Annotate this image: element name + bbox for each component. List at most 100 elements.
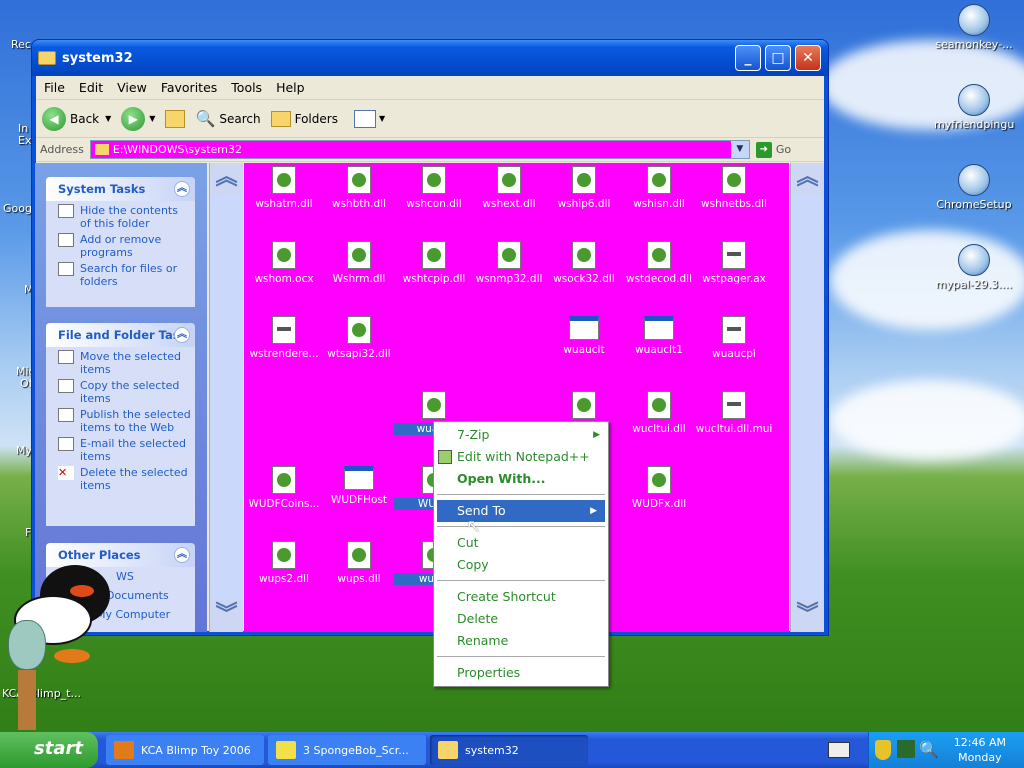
clock[interactable]: 12:46 AM Monday	[954, 735, 1006, 765]
maximize-button[interactable]: □	[765, 45, 791, 71]
file-item[interactable]: wshnetbs.dll	[694, 166, 774, 210]
menu-tools[interactable]: Tools	[231, 80, 262, 95]
file-label: wship6.dll	[557, 198, 611, 210]
task-add-remove[interactable]: Add or remove programs	[46, 230, 195, 259]
chevron-down-icon[interactable]: ▼	[149, 114, 155, 123]
file-item[interactable]: wsnmp32.dll	[469, 241, 549, 285]
task-move[interactable]: Move the selected items	[46, 347, 195, 376]
task-delete[interactable]: ✕ Delete the selected items	[46, 463, 195, 492]
scroll-up-icon[interactable]: ︽	[791, 163, 824, 195]
collapse-icon[interactable]: ︽	[174, 181, 190, 197]
file-item[interactable]: WUDFHost	[319, 466, 399, 506]
address-input[interactable]: E:\WINDOWS\system32 ▼	[89, 140, 750, 159]
file-item[interactable]: wstrendere...	[244, 316, 324, 360]
search-icon[interactable]: 🔍	[919, 740, 939, 759]
file-item[interactable]: wship6.dll	[544, 166, 624, 210]
scroll-down-icon[interactable]: ︾	[791, 600, 824, 632]
menu-item-rename[interactable]: Rename	[434, 630, 608, 652]
folders-button[interactable]: Folders	[270, 110, 338, 127]
file-item[interactable]: WUDFCoins...	[244, 466, 324, 510]
close-button[interactable]: ✕	[795, 45, 821, 71]
file-item[interactable]: wups2.dll	[244, 541, 324, 585]
file-item[interactable]: wuaucpl	[694, 316, 774, 360]
file-item[interactable]	[544, 391, 624, 423]
task-spongebob[interactable]: 3 SpongeBob_Scr...	[268, 735, 426, 765]
file-item[interactable]: wshtcpip.dll	[394, 241, 474, 285]
task-system32[interactable]: system32	[430, 735, 588, 765]
file-label: wstpager.ax	[702, 273, 766, 285]
file-item[interactable]: wsock32.dll	[544, 241, 624, 285]
file-item[interactable]: wtsapi32.dll	[319, 316, 399, 360]
scroll-down-icon[interactable]: ︾	[210, 600, 243, 632]
file-item[interactable]: wuauclt1	[619, 316, 699, 356]
file-item[interactable]: wstdecod.dll	[619, 241, 699, 285]
back-button[interactable]: ◀ Back ▼	[42, 106, 111, 131]
start-label: start	[34, 738, 83, 759]
start-button[interactable]: start	[0, 732, 98, 768]
desktop-icon-myfriendpingu[interactable]: myfriendpingu	[934, 84, 1014, 131]
desktop-icon-my[interactable]: My	[16, 444, 32, 457]
file-item[interactable]: wshom.ocx	[244, 241, 324, 285]
task-publish[interactable]: Publish the selected items to the Web	[46, 405, 195, 434]
forward-arrow-icon: ▶	[121, 106, 146, 131]
menu-view[interactable]: View	[117, 80, 147, 95]
menu-item-open-with[interactable]: Open With...	[434, 468, 608, 490]
chevron-down-icon[interactable]: ▼	[105, 114, 111, 123]
file-item[interactable]: wshatm.dll	[244, 166, 324, 210]
file-item[interactable]: wshbth.dll	[319, 166, 399, 210]
right-scrollbar[interactable]: ︽ ︾	[790, 163, 824, 632]
collapse-icon[interactable]: ︽	[174, 547, 190, 563]
menu-item-cut[interactable]: Cut	[434, 532, 608, 554]
task-search-files[interactable]: Search for files or folders	[46, 259, 195, 288]
menu-edit[interactable]: Edit	[79, 80, 103, 95]
menu-item-properties[interactable]: Properties	[434, 662, 608, 684]
desktop-icon-ie-2[interactable]: Ex	[18, 134, 31, 147]
task-copy[interactable]: Copy the selected items	[46, 376, 195, 405]
scroll-up-icon[interactable]: ︽	[210, 163, 243, 195]
menu-help[interactable]: Help	[276, 80, 305, 95]
menu-item-create-shortcut[interactable]: Create Shortcut	[434, 586, 608, 608]
menu-item-copy[interactable]: Copy	[434, 554, 608, 576]
file-item[interactable]: wucltui.dll	[619, 391, 699, 435]
desktop-icon-recycle[interactable]: Rec	[11, 38, 31, 51]
file-item[interactable]: wups.dll	[319, 541, 399, 585]
inner-scrollbar[interactable]: ︽ ︾	[209, 163, 243, 632]
file-item[interactable]: WUDFx.dll	[619, 466, 699, 510]
menu-item-delete[interactable]: Delete	[434, 608, 608, 630]
shield-icon[interactable]	[875, 740, 891, 760]
keyboard-icon[interactable]	[828, 742, 850, 758]
other-places-header[interactable]: Other Places ︽	[46, 543, 195, 567]
network-icon[interactable]	[897, 740, 915, 758]
search-button[interactable]: 🔍 Search	[195, 109, 260, 128]
menu-favorites[interactable]: Favorites	[161, 80, 217, 95]
go-button[interactable]: ➜ Go	[755, 141, 792, 158]
menu-item-notepadpp[interactable]: Edit with Notepad++	[434, 446, 608, 468]
up-folder-button[interactable]	[165, 109, 186, 128]
minimize-button[interactable]: _	[735, 45, 761, 71]
menu-item-7zip[interactable]: 7-Zip ▶	[434, 424, 608, 446]
file-item[interactable]: wuauclt	[544, 316, 624, 356]
file-item[interactable]: wstpager.ax	[694, 241, 774, 285]
task-hide-contents[interactable]: Hide the contents of this folder	[46, 201, 195, 230]
desktop-icon-seamonkey[interactable]: seamonkey-...	[934, 4, 1014, 51]
file-item[interactable]: Wshrm.dll	[319, 241, 399, 285]
file-label: wshcon.dll	[406, 198, 462, 210]
file-item[interactable]: wshcon.dll	[394, 166, 474, 210]
desktop-icon-chromesetup[interactable]: ChromeSetup	[934, 164, 1014, 211]
menu-item-send-to[interactable]: Send To ▶	[437, 500, 605, 522]
system-tasks-header[interactable]: System Tasks ︽	[46, 177, 195, 201]
go-label: Go	[775, 143, 792, 156]
task-kca-blimp[interactable]: KCA Blimp Toy 2006	[106, 735, 264, 765]
collapse-icon[interactable]: ︽	[174, 327, 190, 343]
menu-file[interactable]: File	[44, 80, 65, 95]
chevron-down-icon[interactable]: ▼	[730, 141, 749, 158]
forward-button[interactable]: ▶ ▼	[121, 106, 155, 131]
file-item[interactable]: wshext.dll	[469, 166, 549, 210]
file-item[interactable]: wshisn.dll	[619, 166, 699, 210]
title-bar[interactable]: system32	[32, 40, 828, 76]
desktop-icon-mypal[interactable]: mypal-29.3....	[934, 244, 1014, 291]
task-email[interactable]: E-mail the selected items	[46, 434, 195, 463]
file-item[interactable]: wucltui.dll.mui	[694, 391, 774, 435]
views-button[interactable]: ▼	[353, 109, 385, 128]
file-tasks-header[interactable]: File and Folder Task ︽	[46, 323, 195, 347]
